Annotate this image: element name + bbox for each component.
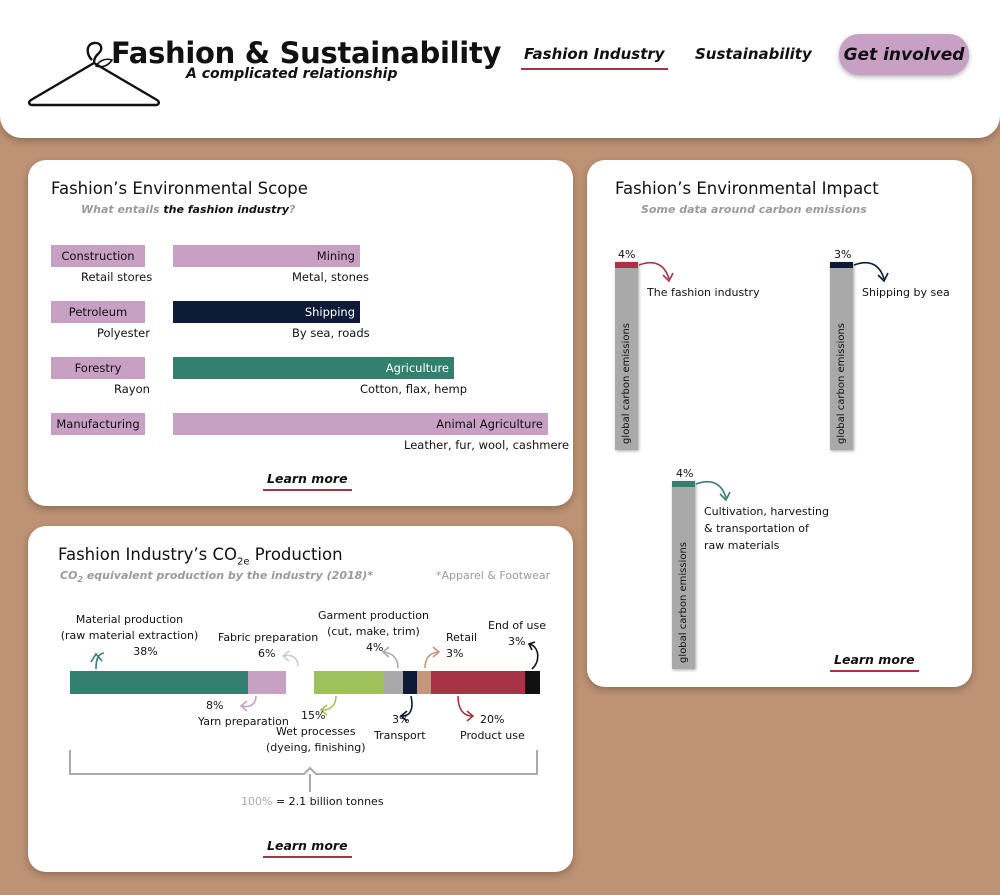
co2-total: 100% = 2.1 billion tonnes bbox=[241, 795, 384, 808]
co2-annotation-arrows-icon bbox=[69, 641, 539, 792]
scope-subtitle: What entails the fashion industry? bbox=[81, 203, 296, 216]
impact-bar-2-pct: 3% bbox=[834, 248, 852, 261]
scope-agriculture-sub: Cotton, flax, hemp bbox=[360, 382, 467, 396]
scope-shipping-sub: By sea, roads bbox=[292, 326, 370, 340]
scope-mining: Mining bbox=[173, 245, 360, 267]
impact-bar-raw-materials-share bbox=[672, 481, 695, 487]
impact-bar-1-pct: 4% bbox=[618, 248, 636, 261]
impact-learn-more-link[interactable]: Learn more bbox=[830, 652, 919, 672]
scope-petroleum: Petroleum bbox=[51, 301, 145, 323]
impact-bar-shipping-share bbox=[830, 262, 853, 268]
scope-petroleum-sub: Polyester bbox=[97, 326, 150, 340]
co2-label-end-of-use: End of use 3% bbox=[488, 619, 546, 648]
scope-animal-agriculture-sub: Leather, fur, wool, cashmere bbox=[404, 438, 570, 452]
get-involved-button[interactable]: Get involved bbox=[839, 34, 969, 75]
site-subtitle: A complicated relationship bbox=[186, 66, 398, 82]
co2-label-transport: 3% Transport bbox=[374, 713, 426, 742]
scope-construction: Construction bbox=[51, 245, 145, 267]
scope-forestry: Forestry bbox=[51, 357, 145, 379]
co2-production-card: Fashion Industry’s CO2e Production CO2 e… bbox=[28, 526, 573, 872]
scope-learn-more-link[interactable]: Learn more bbox=[263, 471, 352, 491]
impact-bar-shipping: global carbon emissions bbox=[830, 262, 853, 450]
environmental-impact-card: Fashion’s Environmental Impact Some data… bbox=[587, 160, 972, 687]
co2-label-garment: Garment production (cut, make, trim) 4% bbox=[318, 609, 429, 654]
co2-learn-more-link[interactable]: Learn more bbox=[263, 838, 352, 858]
co2-label-retail: Retail 3% bbox=[446, 631, 478, 660]
nav-sustainability[interactable]: Sustainability bbox=[695, 45, 812, 63]
impact-bar-2-label: Shipping by sea bbox=[862, 286, 950, 299]
nav-fashion-industry[interactable]: Fashion Industry bbox=[521, 45, 668, 70]
scope-title: Fashion’s Environmental Scope bbox=[51, 179, 308, 198]
impact-bar-3-pct: 4% bbox=[676, 467, 694, 480]
scope-animal-agriculture: Animal Agriculture bbox=[173, 413, 548, 435]
impact-bar-1-label: The fashion industry bbox=[647, 286, 760, 299]
co2-label-wet: 15% Wet processes (dyeing, finishing) bbox=[266, 709, 366, 754]
impact-bar-3-label-3: raw materials bbox=[704, 539, 780, 552]
scope-forestry-sub: Rayon bbox=[114, 382, 150, 396]
environmental-scope-card: Fashion’s Environmental Scope What entai… bbox=[28, 160, 573, 506]
impact-title: Fashion’s Environmental Impact bbox=[615, 179, 879, 198]
impact-bar-raw-materials: global carbon emissions bbox=[672, 481, 695, 669]
site-title: Fashion & Sustainability bbox=[111, 36, 502, 70]
co2-label-product-use: 20% Product use bbox=[460, 713, 525, 742]
co2-label-material: Material production (raw material extract… bbox=[60, 613, 199, 658]
scope-construction-sub: Retail stores bbox=[81, 270, 153, 284]
site-header: Fashion & Sustainability A complicated r… bbox=[0, 0, 1000, 138]
impact-bar-fashion: global carbon emissions bbox=[615, 262, 638, 450]
impact-subtitle: Some data around carbon emissions bbox=[641, 203, 867, 216]
scope-shipping: Shipping bbox=[173, 301, 360, 323]
scope-manufacturing: Manufacturing bbox=[51, 413, 145, 435]
impact-arrow-2-icon bbox=[853, 261, 889, 283]
impact-bar-3-label-1: Cultivation, harvesting bbox=[704, 505, 829, 518]
scope-agriculture: Agriculture bbox=[173, 357, 454, 379]
impact-bar-fashion-share bbox=[615, 262, 638, 268]
impact-axis-label: global carbon emissions bbox=[836, 323, 847, 444]
impact-axis-label: global carbon emissions bbox=[678, 542, 689, 663]
impact-arrow-1-icon bbox=[638, 261, 674, 283]
co2-label-fabric: Fabric preparation 6% bbox=[218, 631, 319, 660]
impact-bar-3-label-2: & transportation of bbox=[704, 522, 809, 535]
scope-mining-sub: Metal, stones bbox=[292, 270, 369, 284]
impact-axis-label: global carbon emissions bbox=[621, 323, 632, 444]
